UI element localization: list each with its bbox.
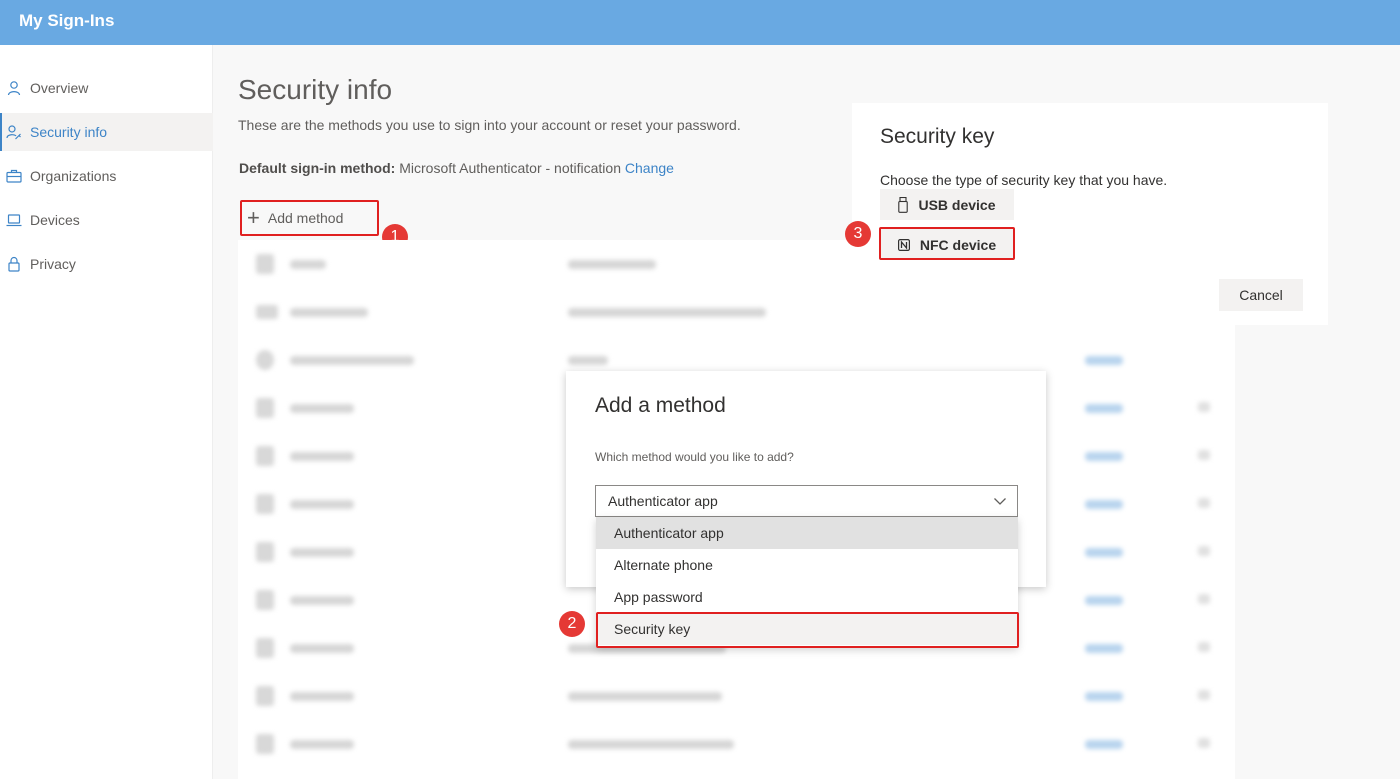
usb-device-button[interactable]: USB device — [880, 189, 1014, 220]
list-item — [238, 720, 1235, 768]
method-name-blurred — [290, 356, 414, 365]
sidebar-item-privacy[interactable]: Privacy — [0, 245, 213, 283]
lock-icon — [6, 256, 22, 272]
delete-link-blurred[interactable] — [1085, 356, 1123, 365]
person-icon — [6, 80, 22, 96]
method-detail-blurred — [568, 308, 766, 317]
option-security-key[interactable]: Security key — [596, 613, 1018, 645]
person-key-icon — [6, 124, 22, 140]
delete-link-blurred[interactable] — [1085, 548, 1123, 557]
password-icon — [256, 305, 278, 319]
key-icon — [256, 398, 274, 418]
key-icon — [256, 686, 274, 706]
method-detail-blurred — [568, 692, 722, 701]
chevron-down-icon[interactable] — [1198, 690, 1210, 700]
add-method-label: Add method — [267, 210, 344, 226]
delete-link-blurred[interactable] — [1085, 740, 1123, 749]
method-name-blurred — [290, 644, 354, 653]
phone-icon — [256, 254, 274, 274]
usb-icon — [898, 196, 909, 213]
sidebar: Overview Security info Organizations Dev… — [0, 45, 213, 779]
app-title[interactable]: My Sign-Ins — [19, 11, 114, 31]
method-detail-blurred — [568, 740, 734, 749]
method-name-blurred — [290, 548, 354, 557]
option-authenticator-app[interactable]: Authenticator app — [596, 517, 1018, 549]
sidebar-item-label: Privacy — [30, 256, 76, 272]
method-name-blurred — [290, 452, 354, 461]
method-name-blurred — [290, 500, 354, 509]
delete-link-blurred[interactable] — [1085, 404, 1123, 413]
top-bar: My Sign-Ins — [0, 0, 1400, 45]
method-name-blurred — [290, 260, 326, 269]
sidebar-item-security-info[interactable]: Security info — [0, 113, 213, 151]
list-item — [238, 672, 1235, 720]
nfc-device-label: NFC device — [919, 236, 997, 253]
method-select-value: Authenticator app — [608, 493, 718, 509]
method-detail-blurred — [568, 260, 656, 269]
chevron-down-icon[interactable] — [1198, 402, 1210, 412]
option-app-password[interactable]: App password — [596, 581, 1018, 613]
sidebar-item-overview[interactable]: Overview — [0, 69, 213, 107]
step-badge-2: 2 — [559, 611, 585, 637]
chevron-down-icon[interactable] — [1198, 738, 1210, 748]
key-icon — [256, 542, 274, 562]
key-icon — [256, 494, 274, 514]
default-method-label: Default sign-in method: — [239, 160, 396, 176]
chevron-down-icon[interactable] — [1198, 546, 1210, 556]
default-sign-in-method: Default sign-in method: Microsoft Authen… — [239, 160, 674, 176]
key-icon — [256, 638, 274, 658]
security-key-dialog-title: Security key — [880, 125, 995, 148]
sidebar-item-label: Devices — [30, 212, 80, 228]
briefcase-icon — [6, 168, 22, 184]
method-dropdown-list: Authenticator app Alternate phone App pa… — [596, 517, 1018, 647]
laptop-icon — [6, 212, 22, 228]
delete-link-blurred[interactable] — [1085, 596, 1123, 605]
nfc-icon — [897, 238, 910, 251]
key-icon — [256, 446, 274, 466]
sidebar-item-devices[interactable]: Devices — [0, 201, 213, 239]
option-alternate-phone[interactable]: Alternate phone — [596, 549, 1018, 581]
step-badge-3: 3 — [845, 221, 871, 247]
plus-icon: + — [247, 205, 260, 230]
sidebar-item-label: Organizations — [30, 168, 117, 184]
delete-link-blurred[interactable] — [1085, 644, 1123, 653]
add-method-button[interactable]: + Add method — [241, 201, 378, 235]
method-detail-blurred — [568, 356, 608, 365]
delete-link-blurred[interactable] — [1085, 452, 1123, 461]
method-name-blurred — [290, 740, 354, 749]
add-method-question: Which method would you like to add? — [595, 450, 794, 464]
method-name-blurred — [290, 404, 354, 413]
sidebar-item-label: Security info — [30, 124, 108, 140]
method-name-blurred — [290, 692, 354, 701]
cancel-button[interactable]: Cancel — [1219, 279, 1303, 311]
chevron-down-icon[interactable] — [1198, 594, 1210, 604]
method-name-blurred — [290, 596, 354, 605]
sidebar-item-label: Overview — [30, 80, 89, 96]
chevron-down-icon[interactable] — [1198, 642, 1210, 652]
method-select[interactable]: Authenticator app — [595, 485, 1018, 517]
page-subtitle: These are the methods you use to sign in… — [238, 117, 741, 133]
delete-link-blurred[interactable] — [1085, 500, 1123, 509]
authenticator-icon — [256, 350, 274, 370]
delete-link-blurred[interactable] — [1085, 692, 1123, 701]
change-link[interactable]: Change — [625, 160, 674, 176]
chevron-down-icon[interactable] — [1198, 450, 1210, 460]
method-name-blurred — [290, 308, 368, 317]
chevron-down-icon — [993, 494, 1007, 508]
default-method-value: Microsoft Authenticator - notification — [395, 160, 625, 176]
page-title: Security info — [238, 74, 393, 105]
add-method-dialog-title: Add a method — [595, 394, 726, 417]
nfc-device-button[interactable]: NFC device — [880, 229, 1014, 260]
chevron-down-icon[interactable] — [1198, 498, 1210, 508]
key-icon — [256, 590, 274, 610]
security-key-question: Choose the type of security key that you… — [880, 172, 1168, 188]
usb-device-label: USB device — [918, 196, 996, 213]
sidebar-item-organizations[interactable]: Organizations — [0, 157, 213, 195]
key-icon — [256, 734, 274, 754]
